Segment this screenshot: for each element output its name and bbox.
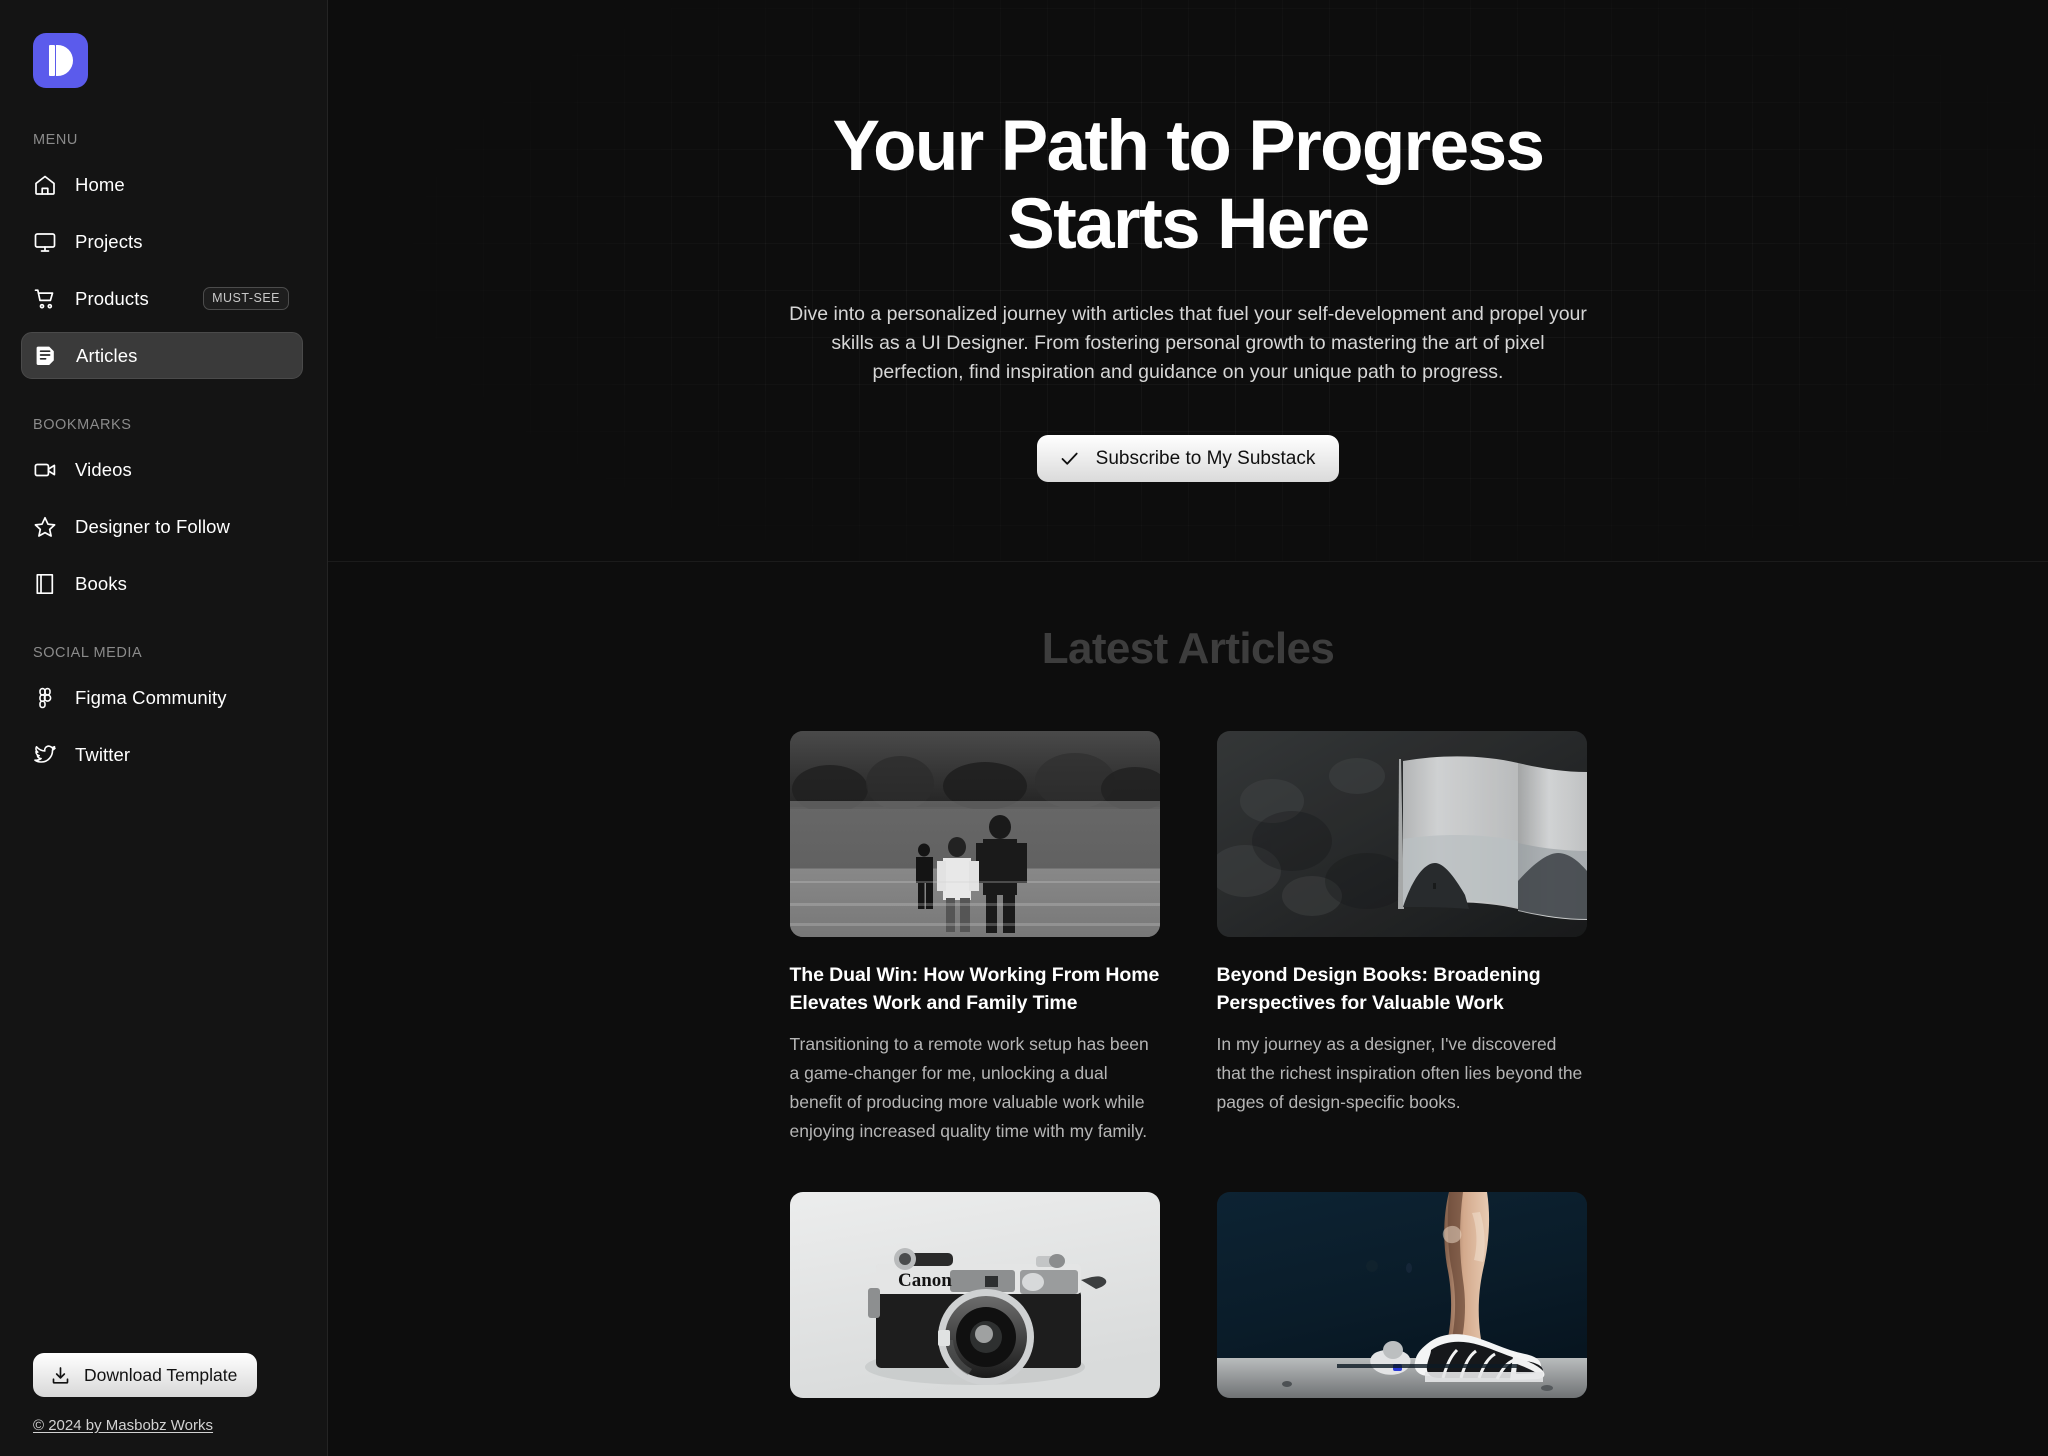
page-title: Your Path to Progress Starts Here — [778, 108, 1598, 264]
article-thumbnail-open-book[interactable] — [1216, 731, 1587, 937]
article-card[interactable]: The Dual Win: How Working From Home Elev… — [789, 731, 1160, 1146]
sidebar-item-label: Twitter — [75, 743, 131, 765]
figma-icon — [33, 686, 57, 710]
subscribe-substack-button[interactable]: Subscribe to My Substack — [1036, 435, 1340, 482]
sidebar-group-bookmarks: BOOKMARKS Videos Designer to Follow Book… — [0, 417, 327, 607]
status-badge-must-see: MUST-SEE — [203, 287, 289, 310]
sidebar-item-videos[interactable]: Videos — [21, 446, 303, 493]
article-title: The Dual Win: How Working From Home Elev… — [789, 964, 1160, 1014]
article-icon — [34, 344, 58, 368]
hero-title-line-2: Starts Here — [1007, 185, 1370, 264]
sidebar-item-books[interactable]: Books — [21, 560, 303, 607]
check-icon — [1059, 448, 1080, 469]
download-template-label: Download Template — [84, 1364, 238, 1385]
article-description: Transitioning to a remote work setup has… — [789, 1034, 1149, 1141]
sidebar-section-label-menu: MENU — [33, 132, 78, 148]
svg-text:Canon: Canon — [898, 1270, 952, 1291]
latest-articles-section: Latest Articles The Dual Win: How Workin… — [328, 562, 2048, 1422]
video-icon — [33, 458, 57, 482]
article-thumbnail-vintage-camera[interactable]: Canon — [789, 1192, 1160, 1398]
article-thumbnail-children-running[interactable] — [789, 731, 1160, 937]
sidebar-item-label: Figma Community — [75, 686, 227, 708]
section-heading-latest-articles: Latest Articles — [1041, 624, 1335, 673]
sidebar-item-products[interactable]: Products MUST-SEE — [21, 275, 303, 322]
sidebar-item-twitter[interactable]: Twitter — [21, 731, 303, 778]
copyright-text[interactable]: © 2024 by Masbobz Works — [33, 1417, 327, 1434]
sidebar-item-articles[interactable]: Articles — [21, 332, 303, 379]
download-icon — [50, 1365, 71, 1386]
cart-icon — [33, 287, 57, 311]
hero-title-line-1: Your Path to Progress — [832, 107, 1545, 186]
article-thumbnail-running-shoes[interactable] — [1216, 1192, 1587, 1398]
article-card[interactable]: Beyond Design Books: Broadening Perspect… — [1216, 731, 1587, 1146]
sidebar: MENU Home Projects Products MUST-SEE Art… — [0, 0, 328, 1456]
sidebar-item-label: Products — [75, 287, 149, 309]
monitor-icon — [33, 230, 57, 254]
sidebar-item-designer-to-follow[interactable]: Designer to Follow — [21, 503, 303, 550]
app-root: MENU Home Projects Products MUST-SEE Art… — [0, 0, 2048, 1456]
sidebar-item-label: Designer to Follow — [75, 515, 231, 537]
star-icon — [33, 515, 57, 539]
logo-container — [0, 0, 327, 88]
sidebar-item-label: Books — [75, 572, 127, 594]
sidebar-item-projects[interactable]: Projects — [21, 218, 303, 265]
sidebar-section-label-bookmarks: BOOKMARKS — [33, 417, 132, 433]
download-template-button[interactable]: Download Template — [33, 1353, 258, 1397]
sidebar-group-social-media: SOCIAL MEDIA Figma Community Twitter — [0, 645, 327, 778]
sidebar-item-home[interactable]: Home — [21, 161, 303, 208]
hero-inner: Your Path to Progress Starts Here Dive i… — [328, 0, 2048, 482]
sidebar-item-figma-community[interactable]: Figma Community — [21, 674, 303, 721]
sidebar-item-label: Videos — [75, 458, 132, 480]
article-card[interactable] — [1216, 1192, 1587, 1422]
article-card[interactable]: Canon — [789, 1192, 1160, 1422]
hero-subtitle: Dive into a personalized journey with ar… — [789, 303, 1587, 383]
sidebar-item-label: Projects — [75, 230, 143, 252]
subscribe-button-label: Subscribe to My Substack — [1095, 447, 1316, 469]
twitter-icon — [33, 743, 57, 767]
main-content: Your Path to Progress Starts Here Dive i… — [328, 0, 2048, 1456]
hero-section: Your Path to Progress Starts Here Dive i… — [328, 0, 2048, 562]
sidebar-footer: Download Template © 2024 by Masbobz Work… — [0, 1353, 327, 1456]
sidebar-section-label-social: SOCIAL MEDIA — [33, 645, 143, 661]
home-icon — [33, 173, 57, 197]
book-icon — [33, 572, 57, 596]
sidebar-item-label: Articles — [76, 344, 138, 366]
articles-grid: The Dual Win: How Working From Home Elev… — [789, 731, 1587, 1422]
article-description: In my journey as a designer, I've discov… — [1216, 1034, 1583, 1112]
brand-logo-icon[interactable] — [33, 33, 88, 88]
sidebar-group-menu: MENU Home Projects Products MUST-SEE Art… — [0, 132, 327, 379]
article-title: Beyond Design Books: Broadening Perspect… — [1216, 964, 1541, 1014]
sidebar-item-label: Home — [75, 173, 125, 195]
